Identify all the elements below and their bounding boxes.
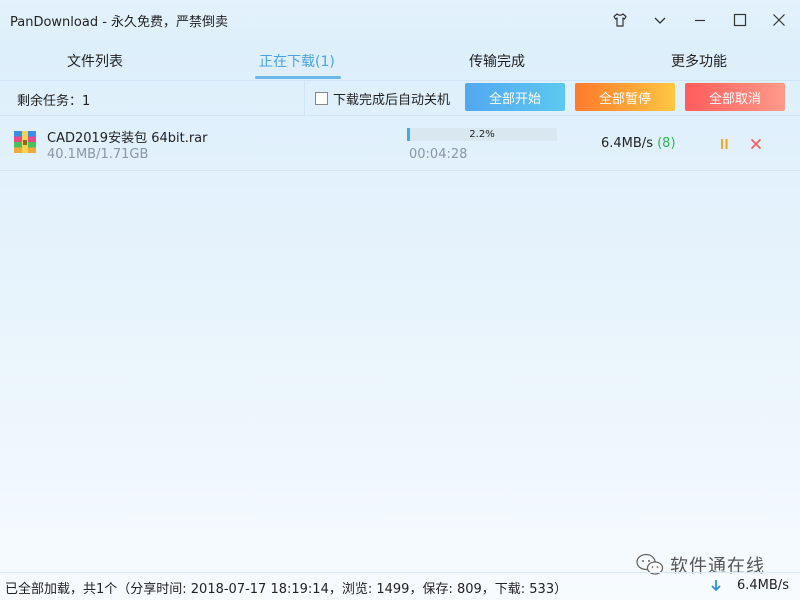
progress-bar: 2.2% [407, 128, 557, 141]
pause-icon[interactable] [717, 136, 731, 152]
auto-shutdown-option[interactable]: 下载完成后自动关机 [315, 89, 450, 108]
archive-file-icon [14, 131, 36, 153]
download-row[interactable]: CAD2019安装包 64bit.rar 40.1MB/1.71GB 2.2% … [0, 115, 800, 171]
skin-button[interactable] [608, 8, 632, 32]
shirt-icon [613, 13, 627, 27]
connection-count: (8) [657, 136, 676, 151]
cancel-all-button[interactable]: 全部取消 [685, 83, 785, 111]
toolbar: 剩余任务：1 下载完成后自动关机 全部开始 全部暂停 全部取消 [0, 81, 800, 115]
remove-icon[interactable] [749, 136, 763, 152]
download-speed: 6.4MB/s (8) [601, 136, 676, 151]
start-all-button[interactable]: 全部开始 [465, 83, 565, 111]
auto-shutdown-label: 下载完成后自动关机 [333, 93, 451, 108]
tab-completed[interactable]: 传输完成 [469, 51, 525, 71]
close-icon [773, 14, 785, 26]
file-name: CAD2019安装包 64bit.rar [47, 131, 208, 146]
window-title: PanDownload - 永久免费，严禁倒卖 [10, 15, 229, 30]
total-speed: 6.4MB/s [737, 578, 789, 593]
dropdown-button[interactable] [648, 8, 672, 32]
chevron-down-icon [654, 17, 666, 24]
status-bar: 已全部加载，共1个（分享时间: 2018-07-17 18:19:14，浏览: … [0, 572, 800, 600]
toolbar-divider [304, 81, 305, 115]
file-size: 40.1MB/1.71GB [47, 147, 149, 162]
title-bar: PanDownload - 永久免费，严禁倒卖 [0, 0, 800, 40]
tab-downloading[interactable]: 正在下载(1) [259, 51, 335, 71]
pause-all-button[interactable]: 全部暂停 [575, 83, 675, 111]
maximize-button[interactable] [728, 8, 752, 32]
time-remaining: 00:04:28 [409, 147, 468, 162]
close-button[interactable] [767, 8, 791, 32]
tab-file-list[interactable]: 文件列表 [67, 51, 123, 71]
maximize-icon [733, 13, 747, 27]
status-text: 已全部加载，共1个（分享时间: 2018-07-17 18:19:14，浏览: … [5, 582, 568, 597]
tab-bar: 文件列表 正在下载(1) 传输完成 更多功能 [0, 40, 800, 81]
progress-percent: 2.2% [469, 129, 495, 140]
auto-shutdown-checkbox[interactable] [315, 92, 328, 105]
active-tab-indicator [255, 76, 341, 79]
minimize-button[interactable] [688, 8, 712, 32]
minimize-icon [695, 19, 705, 22]
speed-value: 6.4MB/s [601, 136, 653, 151]
remaining-tasks: 剩余任务：1 [17, 94, 91, 109]
download-arrow-icon [711, 580, 721, 592]
tab-more-features[interactable]: 更多功能 [671, 51, 727, 71]
